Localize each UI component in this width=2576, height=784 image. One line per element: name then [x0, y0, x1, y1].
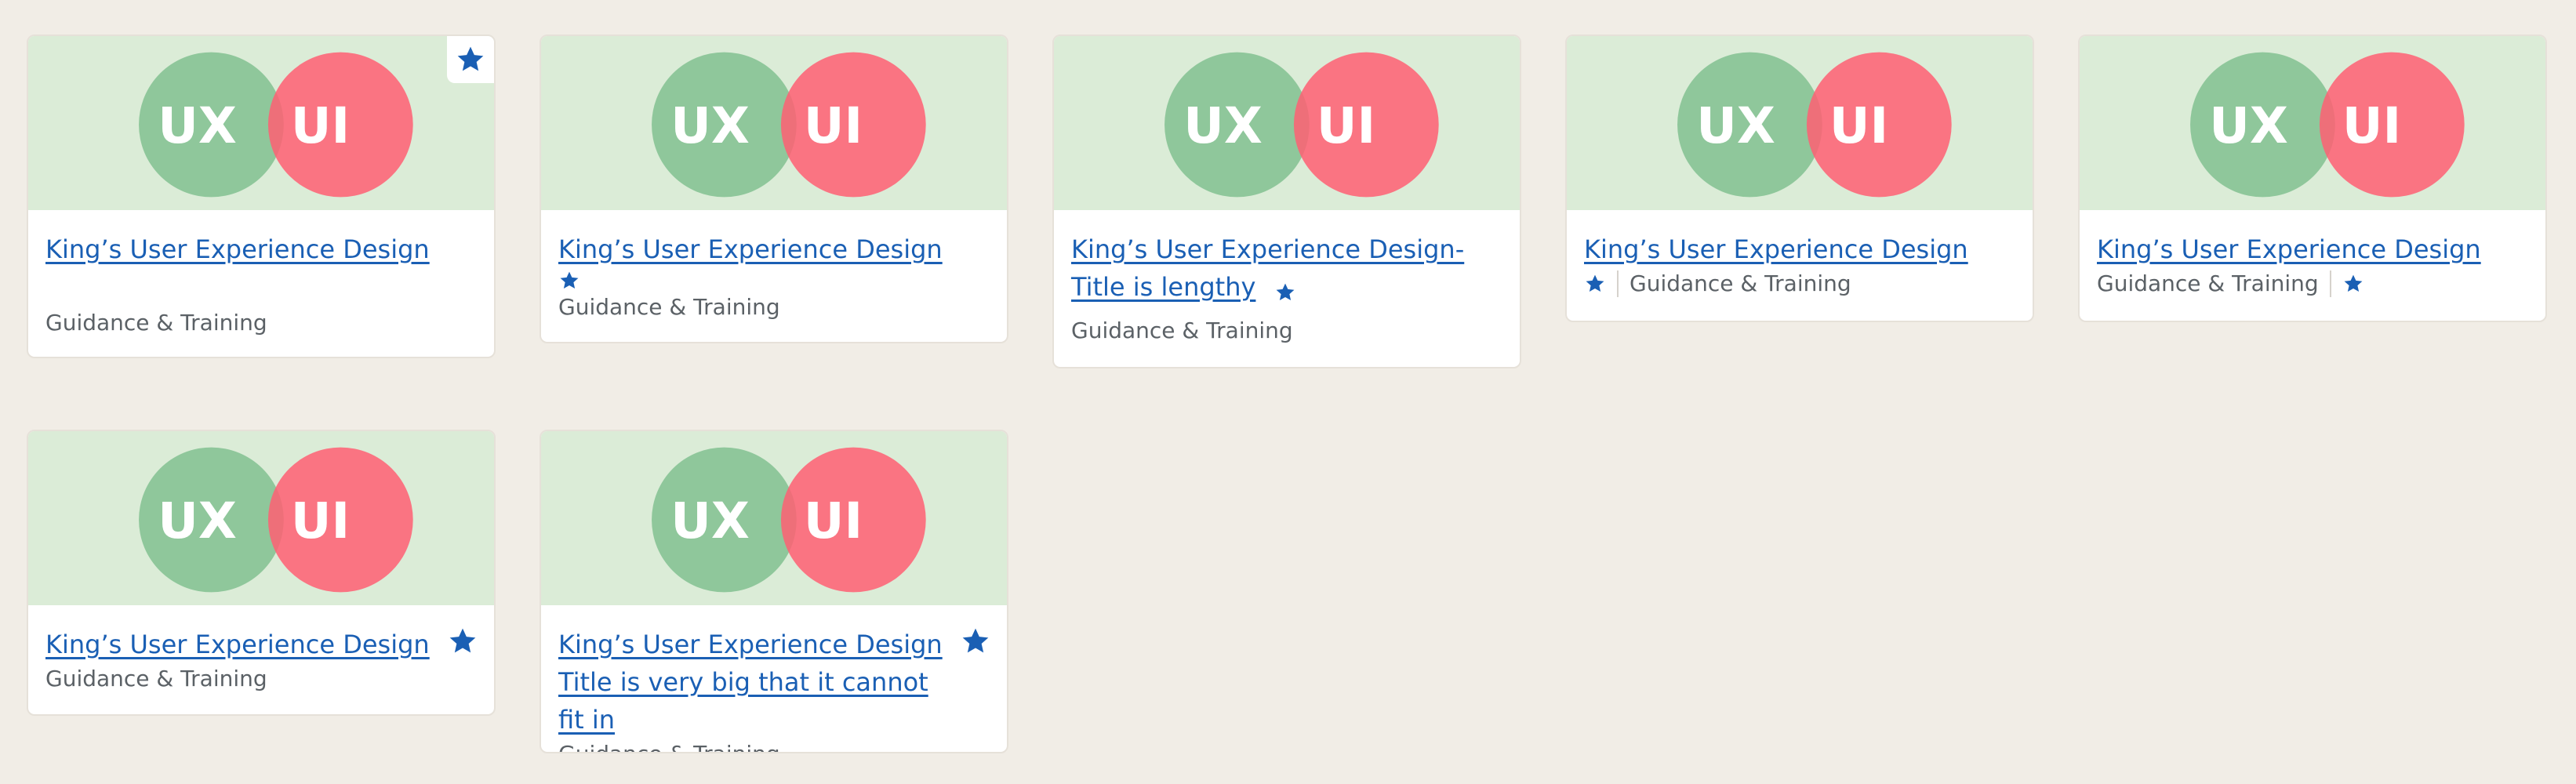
ui-label: UI — [1317, 96, 1375, 154]
favorite-star-icon[interactable] — [960, 626, 991, 657]
ui-label: UI — [804, 492, 863, 550]
card-title-link[interactable]: King’s User Experience Design- Title is … — [1071, 234, 1464, 302]
card-title-link[interactable]: King’s User Experience Design — [558, 234, 943, 264]
ui-label: UI — [291, 96, 350, 154]
ux-label: UX — [670, 492, 750, 550]
ux-ui-venn-image: UX UI — [1164, 52, 1439, 198]
card-category: Guidance & Training — [558, 294, 780, 320]
ux-ui-venn-image: UX UI — [1677, 52, 1952, 198]
card-title-link[interactable]: King’s User Experience Design — [45, 234, 430, 264]
course-card: UX UI King’s User Experience Design Titl… — [540, 430, 1008, 753]
favorite-star-icon[interactable] — [1584, 273, 1606, 295]
favorite-star-icon[interactable] — [558, 270, 580, 292]
ux-ui-venn-image: UX UI — [139, 52, 413, 198]
course-card: UX UI King’s User Experience Design Guid… — [2078, 34, 2547, 322]
card-banner-image: UX UI — [541, 36, 1007, 210]
favorite-star-icon[interactable] — [1274, 281, 1296, 303]
card-category: Guidance & Training — [1630, 270, 1851, 296]
ux-label: UX — [2209, 96, 2288, 154]
ux-label: UX — [670, 96, 750, 154]
ux-label: UX — [158, 492, 237, 550]
course-card: UX UI King’s User Experience Design- Tit… — [1052, 34, 1521, 368]
card-category: Guidance & Training — [2097, 270, 2319, 296]
divider — [2329, 270, 2331, 297]
ux-label: UX — [158, 96, 237, 154]
favorite-star-icon[interactable] — [2342, 273, 2364, 295]
card-banner-image: UX UI — [1054, 36, 1520, 210]
card-title-link[interactable]: King’s User Experience Design — [45, 630, 430, 659]
ux-ui-venn-image: UX UI — [652, 52, 926, 198]
card-title-link[interactable]: King’s User Experience Design Title is v… — [558, 630, 943, 735]
ui-label: UI — [1829, 96, 1888, 154]
course-card: UX UI King’s User Experience Design Guid… — [27, 430, 496, 716]
ux-ui-venn-image: UX UI — [652, 447, 926, 593]
card-title-link[interactable]: King’s User Experience Design — [2097, 234, 2481, 264]
card-banner-image: UX UI — [1567, 36, 2033, 210]
card-banner-image: UX UI — [2080, 36, 2545, 210]
ux-label: UX — [1696, 96, 1775, 154]
course-card: UX UI King’s User Experience Design Guid… — [27, 34, 496, 358]
course-card: UX UI King’s User Experience Design Guid… — [1565, 34, 2034, 322]
ui-label: UI — [804, 96, 863, 154]
favorite-star-icon[interactable] — [447, 626, 478, 657]
ux-ui-venn-image: UX UI — [139, 447, 413, 593]
card-category: Guidance & Training — [45, 310, 267, 336]
ux-label: UX — [1183, 96, 1263, 154]
card-category: Guidance & Training — [558, 739, 944, 752]
course-card: UX UI King’s User Experience Design Guid… — [540, 34, 1008, 343]
card-banner-image: UX UI — [541, 431, 1007, 605]
card-category: Guidance & Training — [45, 666, 267, 691]
card-banner-image: UX UI — [28, 431, 494, 605]
ux-ui-venn-image: UX UI — [2190, 52, 2465, 198]
favorite-star-icon[interactable] — [447, 36, 494, 83]
ui-label: UI — [2342, 96, 2401, 154]
card-category: Guidance & Training — [1071, 318, 1293, 343]
card-banner-image: UX UI — [28, 36, 494, 210]
divider — [1617, 270, 1619, 297]
card-title-link[interactable]: King’s User Experience Design — [1584, 234, 1968, 264]
ui-label: UI — [291, 492, 350, 550]
